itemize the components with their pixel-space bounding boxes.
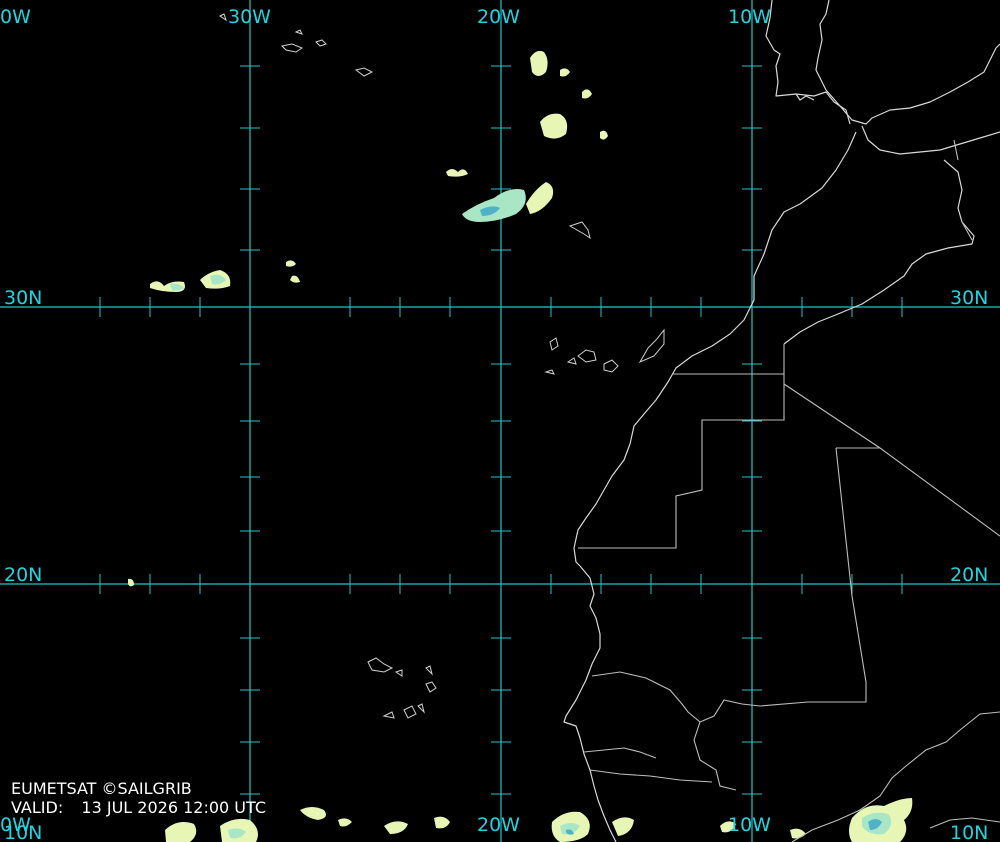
label-top-20w: 20W bbox=[477, 6, 520, 28]
island-canary-5 bbox=[638, 328, 665, 364]
island-cape-verde-4 bbox=[425, 681, 437, 693]
island-cape-verde-2 bbox=[394, 669, 403, 677]
coast-iberia bbox=[815, 0, 1000, 125]
island-azores-5 bbox=[219, 13, 227, 22]
label-bottom-0w: 0W bbox=[0, 814, 31, 836]
label-left-30n: 30N bbox=[4, 287, 43, 309]
label-left-20n: 20N bbox=[4, 564, 43, 586]
island-cape-verde-5 bbox=[382, 711, 395, 719]
border-senegal-south bbox=[583, 747, 713, 783]
label-top-10w: 10W bbox=[728, 6, 771, 28]
border-western-sahara bbox=[578, 373, 785, 549]
border-algeria-mauritania bbox=[783, 383, 1000, 537]
label-right-20n: 20N bbox=[950, 564, 989, 586]
border-mauritania-mali bbox=[693, 447, 880, 791]
island-canary-2 bbox=[566, 357, 577, 365]
island-canary-6 bbox=[544, 369, 555, 375]
coast-morocco-east bbox=[783, 159, 975, 345]
island-canary-1 bbox=[549, 337, 559, 351]
label-bottom-10w: 10W bbox=[728, 814, 771, 836]
cloud-cover bbox=[128, 50, 913, 842]
coast-west-africa bbox=[573, 131, 857, 567]
coastlines bbox=[563, 0, 1000, 842]
label-right-30n: 30N bbox=[950, 287, 989, 309]
island-canary-4 bbox=[603, 359, 619, 373]
island-azores-3 bbox=[354, 67, 374, 77]
border-morocco-algeria bbox=[953, 139, 973, 241]
island-azores-1 bbox=[280, 43, 304, 53]
map-canvas bbox=[0, 0, 1000, 842]
coast-mauritania-senegal bbox=[563, 565, 617, 842]
valid-label: VALID: bbox=[11, 798, 64, 817]
label-top-30w: 30W bbox=[228, 6, 271, 28]
border-mali-east bbox=[783, 344, 1000, 842]
island-azores-4 bbox=[294, 29, 303, 35]
label-top-0w: 0W bbox=[0, 6, 31, 28]
island-canary-3 bbox=[577, 349, 597, 363]
island-cape-verde-6 bbox=[403, 705, 417, 719]
island-azores-2 bbox=[315, 39, 327, 47]
island-madeira bbox=[568, 221, 591, 240]
island-cape-verde-7 bbox=[417, 703, 425, 714]
valid-time: 13 JUL 2026 12:00 UTC bbox=[81, 798, 266, 817]
label-right-10n: 10N bbox=[950, 822, 989, 842]
label-bottom-20w: 20W bbox=[477, 814, 520, 836]
valid-time-line: VALID: 13 JUL 2026 12:00 UTC bbox=[11, 800, 266, 816]
coast-morocco bbox=[861, 125, 1000, 155]
island-cape-verde-3 bbox=[425, 665, 433, 676]
island-cape-verde-1 bbox=[367, 657, 394, 673]
border-senegal-river bbox=[591, 671, 701, 723]
coast-portugal bbox=[765, 0, 851, 125]
credit-text: EUMETSAT ©SAILGRIB bbox=[11, 779, 192, 798]
satellite-map: 0W 30W 20W 10W 30N 20N 10N 30N 20N 10N 0… bbox=[0, 0, 1000, 842]
islands bbox=[219, 13, 665, 719]
political-borders bbox=[578, 139, 1000, 842]
